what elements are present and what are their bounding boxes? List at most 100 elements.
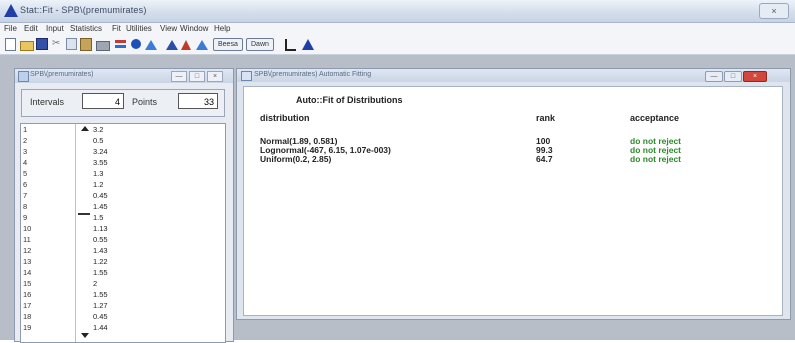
- row-index: 13: [23, 257, 32, 266]
- table-row[interactable]: 13 1.22: [21, 257, 225, 266]
- column-header-distribution: distribution: [260, 113, 310, 123]
- menu-view[interactable]: View: [160, 24, 177, 33]
- row-index: 1: [23, 125, 28, 134]
- table-row[interactable]: 5 1.3: [21, 169, 225, 178]
- document-icon: [18, 71, 29, 82]
- table-row[interactable]: 3 3.24: [21, 147, 225, 156]
- app-logo-icon: [4, 4, 18, 17]
- table-row[interactable]: 14 1.55: [21, 268, 225, 277]
- menu-bar: File Edit Input Statistics Fit Utilities…: [0, 23, 795, 36]
- fitting-window-title: SPB\(premumirates) Automatic Fitting: [254, 71, 372, 78]
- data-table-window: SPB\(premumirates) — □ × Intervals 4 Poi…: [14, 68, 234, 343]
- minimize-button[interactable]: —: [705, 71, 723, 82]
- table-row[interactable]: 16 1.55: [21, 290, 225, 299]
- intervals-label: Intervals: [30, 97, 65, 107]
- table-row[interactable]: 19 1.44: [21, 323, 225, 332]
- acceptance-cell: do not reject: [630, 154, 682, 164]
- column-header-acceptance: acceptance: [630, 113, 680, 123]
- menu-file[interactable]: File: [4, 24, 17, 33]
- row-value: 0.55: [93, 235, 108, 244]
- window-title: Stat::Fit - SPB\(premumirates): [20, 5, 147, 15]
- table-row[interactable]: 12 1.43: [21, 246, 225, 255]
- new-file-icon[interactable]: [5, 38, 16, 51]
- window-close-button[interactable]: ×: [759, 3, 789, 19]
- table-row[interactable]: 8 1.45: [21, 202, 225, 211]
- row-index: 19: [23, 323, 32, 332]
- save-icon[interactable]: [36, 38, 48, 50]
- menu-help[interactable]: Help: [214, 24, 230, 33]
- row-index: 9: [23, 213, 28, 222]
- row-value: 3.24: [93, 147, 108, 156]
- row-index: 17: [23, 301, 32, 310]
- graph-icon[interactable]: [181, 40, 191, 50]
- row-index: 2: [23, 136, 28, 145]
- copy-icon[interactable]: [66, 38, 77, 50]
- cut-icon[interactable]: ✂: [52, 38, 64, 50]
- beesa-button[interactable]: Beesa: [213, 38, 243, 51]
- close-icon: ×: [771, 6, 777, 16]
- histogram-params: Intervals 4 Points 33: [21, 89, 225, 117]
- menu-window[interactable]: Window: [180, 24, 208, 33]
- maximize-button[interactable]: □: [724, 71, 742, 82]
- toolbar: ✂ Beesa Dawn: [0, 36, 795, 55]
- row-value: 1.55: [93, 290, 108, 299]
- menu-statistics[interactable]: Statistics: [70, 24, 102, 33]
- table-row[interactable]: 15 2: [21, 279, 225, 288]
- table-row[interactable]: 11 0.55: [21, 235, 225, 244]
- corner-bracket-icon[interactable]: [285, 39, 296, 51]
- row-index: 16: [23, 290, 32, 299]
- rank-cell: 64.7: [536, 154, 553, 164]
- open-folder-icon[interactable]: [20, 41, 34, 51]
- row-value: 1.44: [93, 323, 108, 332]
- points-label: Points: [132, 97, 158, 107]
- table-row[interactable]: 4 3.55: [21, 158, 225, 167]
- row-index: 8: [23, 202, 28, 211]
- column-header-rank: rank: [536, 113, 556, 123]
- table-row[interactable]: 6 1.2: [21, 180, 225, 189]
- scroll-down-arrow-icon[interactable]: [81, 333, 89, 338]
- table-row[interactable]: 1 3.2: [21, 125, 225, 134]
- row-value: 3.2: [93, 125, 104, 134]
- dawn-button[interactable]: Dawn: [246, 38, 274, 51]
- row-value: 1.55: [93, 268, 108, 277]
- minimize-button[interactable]: —: [171, 71, 187, 82]
- intervals-input[interactable]: 4: [82, 93, 124, 109]
- comparison-graph-icon[interactable]: [196, 40, 208, 50]
- histogram-icon[interactable]: [145, 40, 157, 50]
- autofit-icon[interactable]: [131, 39, 141, 49]
- table-row[interactable]: 10 1.13: [21, 224, 225, 233]
- table-row[interactable]: 9 1.5: [21, 213, 225, 222]
- row-index: 18: [23, 312, 32, 321]
- points-input[interactable]: 33: [178, 93, 218, 109]
- paste-icon[interactable]: [80, 38, 92, 51]
- print-icon[interactable]: [96, 41, 110, 51]
- row-value: 1.13: [93, 224, 108, 233]
- document-icon: [241, 71, 252, 81]
- fit-setup-icon[interactable]: [166, 40, 178, 50]
- row-index: 14: [23, 268, 32, 277]
- descriptive-stats-icon[interactable]: [115, 40, 126, 48]
- menu-input[interactable]: Input: [46, 24, 64, 33]
- logo-triangle-icon[interactable]: [302, 39, 314, 50]
- row-value: 1.43: [93, 246, 108, 255]
- menu-fit[interactable]: Fit: [112, 24, 121, 33]
- menu-utilities[interactable]: Utilities: [126, 24, 152, 33]
- table-row[interactable]: 2 0.5: [21, 136, 225, 145]
- row-value: 0.5: [93, 136, 104, 145]
- close-button[interactable]: ×: [743, 71, 767, 82]
- fitting-window-title-bar: SPB\(premumirates) Automatic Fitting — □…: [237, 69, 790, 82]
- table-row[interactable]: 17 1.27: [21, 301, 225, 310]
- row-value: 3.55: [93, 158, 108, 167]
- data-list[interactable]: 1 3.2 2 0.5 3 3.24 4 3.55 5 1.3 6 1.2 7 0.45 81…: [20, 123, 226, 343]
- row-value: 2: [93, 279, 98, 288]
- table-row[interactable]: 7 0.45: [21, 191, 225, 200]
- close-button[interactable]: ×: [207, 71, 223, 82]
- menu-edit[interactable]: Edit: [24, 24, 38, 33]
- table-row[interactable]: 18 0.45: [21, 312, 225, 321]
- row-value: 1.5: [93, 213, 104, 222]
- row-value: 1.2: [93, 180, 104, 189]
- row-value: 1.45: [93, 202, 108, 211]
- row-index: 15: [23, 279, 32, 288]
- row-value: 0.45: [93, 312, 108, 321]
- maximize-button[interactable]: □: [189, 71, 205, 82]
